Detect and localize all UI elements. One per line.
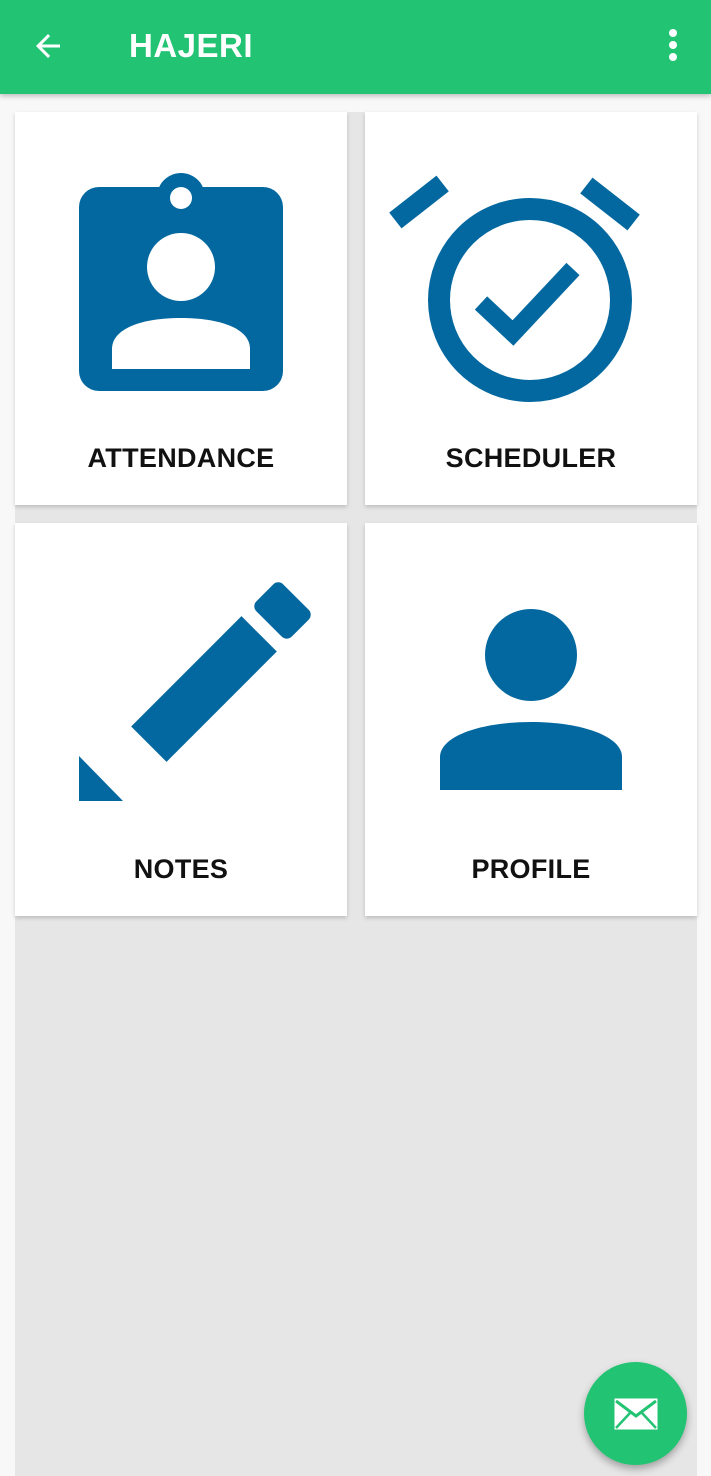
tile-label-profile: PROFILE [471, 854, 591, 884]
alarm-check-icon [389, 175, 640, 402]
person-icon [440, 609, 622, 790]
tile-label-attendance: ATTENDANCE [87, 443, 275, 473]
more-vertical-icon [669, 29, 677, 61]
back-button[interactable] [18, 16, 78, 76]
page-title: HAJERI [129, 27, 254, 64]
tile-label-notes: NOTES [133, 854, 229, 884]
tile-attendance[interactable]: ATTENDANCE [15, 112, 347, 505]
app-bar: HAJERI [0, 0, 711, 94]
mail-icon [614, 1398, 657, 1429]
pencil-icon [79, 582, 311, 801]
tile-notes[interactable]: NOTES [15, 523, 347, 916]
tile-profile[interactable]: PROFILE [365, 523, 697, 916]
tile-label-scheduler: SCHEDULER [445, 443, 617, 473]
tile-scheduler[interactable]: SCHEDULER [365, 112, 697, 505]
arrow-left-icon [36, 34, 60, 58]
compose-fab[interactable] [584, 1362, 687, 1465]
overflow-menu-button[interactable] [645, 18, 701, 74]
grid-top-spacer [15, 94, 697, 112]
badge-icon [79, 173, 283, 391]
